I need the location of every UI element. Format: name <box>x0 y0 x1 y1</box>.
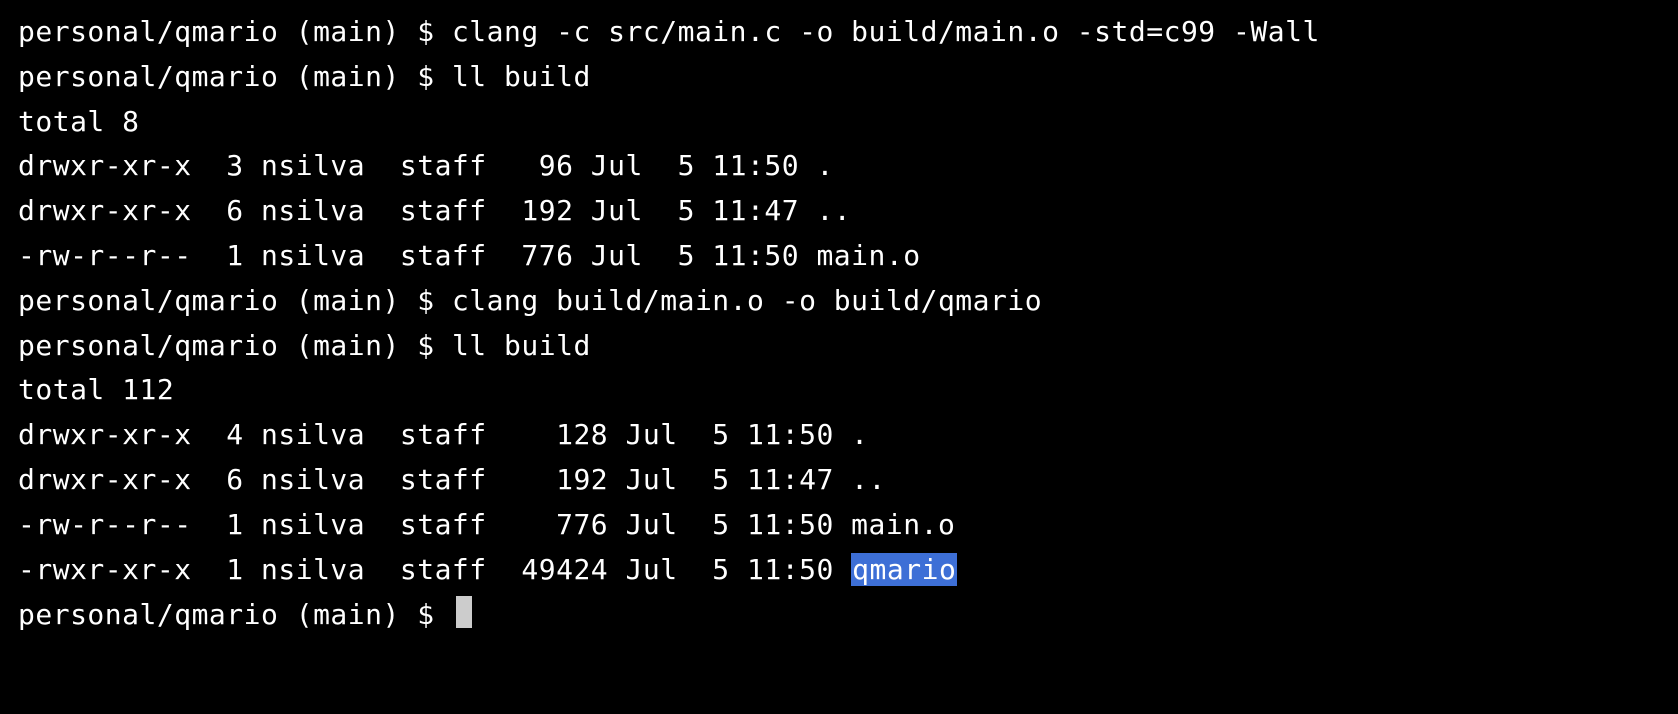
terminal-cursor <box>456 596 472 628</box>
ls-row: drwxr-xr-x 3 nsilva staff 96 Jul 5 11:50… <box>18 144 1660 189</box>
ls-total-2: total 112 <box>18 368 1660 413</box>
ls-row-highlighted: -rwxr-xr-x 1 nsilva staff 49424 Jul 5 11… <box>18 548 1660 593</box>
ls-row: drwxr-xr-x 4 nsilva staff 128 Jul 5 11:5… <box>18 413 1660 458</box>
ls-row: drwxr-xr-x 6 nsilva staff 192 Jul 5 11:4… <box>18 189 1660 234</box>
ls-total-1: total 8 <box>18 100 1660 145</box>
command-line-1: personal/qmario (main) $ clang -c src/ma… <box>18 10 1660 55</box>
ls-row: drwxr-xr-x 6 nsilva staff 192 Jul 5 11:4… <box>18 458 1660 503</box>
command-text: ll build <box>452 60 591 93</box>
active-prompt-line[interactable]: personal/qmario (main) $ <box>18 592 1660 638</box>
ls-row: -rw-r--r-- 1 nsilva staff 776 Jul 5 11:5… <box>18 503 1660 548</box>
prompt: personal/qmario (main) $ <box>18 593 452 638</box>
command-text: clang build/main.o -o build/qmario <box>452 284 1042 317</box>
prompt: personal/qmario (main) $ <box>18 15 452 48</box>
highlighted-filename: qmario <box>851 553 957 586</box>
prompt: personal/qmario (main) $ <box>18 60 452 93</box>
ls-row: -rw-r--r-- 1 nsilva staff 776 Jul 5 11:5… <box>18 234 1660 279</box>
command-line-3: personal/qmario (main) $ clang build/mai… <box>18 279 1660 324</box>
command-line-4: personal/qmario (main) $ ll build <box>18 324 1660 369</box>
prompt: personal/qmario (main) $ <box>18 284 452 317</box>
prompt: personal/qmario (main) $ <box>18 329 452 362</box>
ls-row-prefix: -rwxr-xr-x 1 nsilva staff 49424 Jul 5 11… <box>18 553 851 586</box>
terminal-output[interactable]: personal/qmario (main) $ clang -c src/ma… <box>18 10 1660 638</box>
command-line-2: personal/qmario (main) $ ll build <box>18 55 1660 100</box>
command-text: ll build <box>452 329 591 362</box>
command-text: clang -c src/main.c -o build/main.o -std… <box>452 15 1320 48</box>
